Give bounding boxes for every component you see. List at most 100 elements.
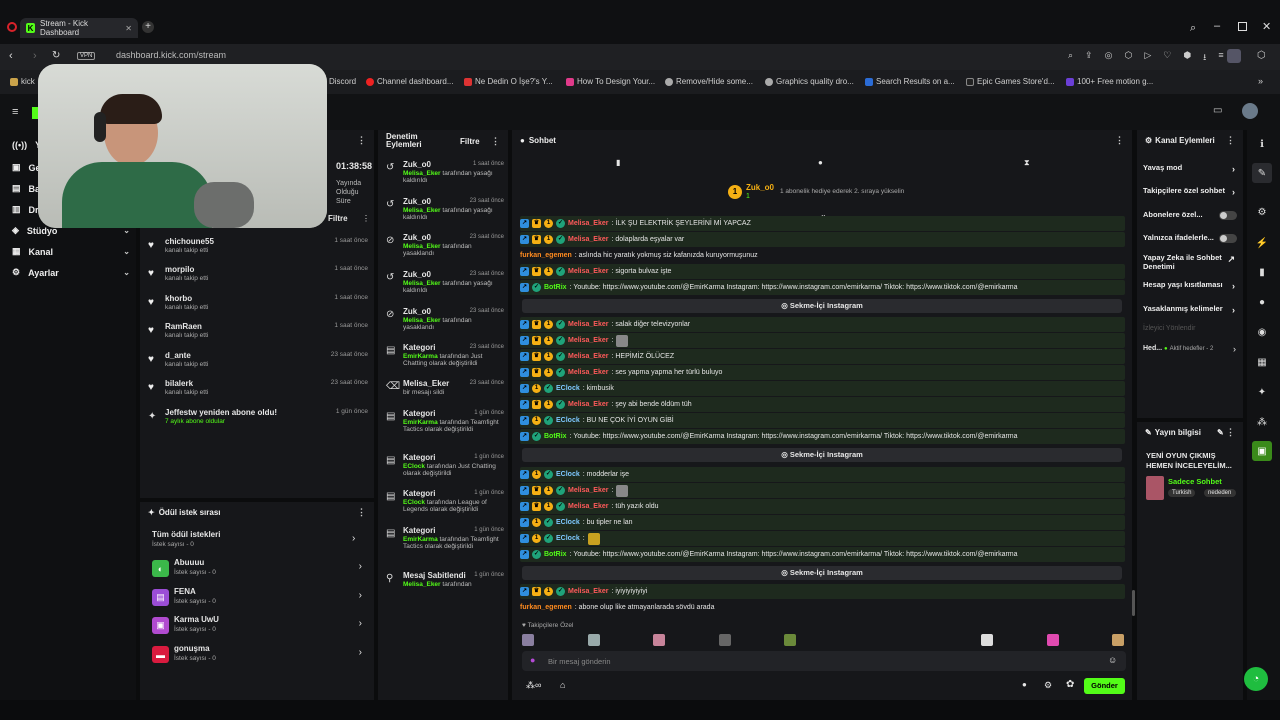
channel-action-item[interactable]: Abonelere özel... — [1143, 210, 1237, 220]
bookmark-item[interactable]: How To Design Your... — [566, 77, 655, 86]
chat-username[interactable]: Melisa_Eker — [568, 220, 608, 227]
chat-message[interactable]: furkan_egemen: abone olup like atmayanla… — [520, 600, 1125, 615]
chat-input[interactable]: ● Bir mesaj gönderin ☺ — [522, 651, 1126, 671]
vpn-badge[interactable]: VPN — [77, 52, 96, 60]
chat-username[interactable]: Melisa_Eker — [568, 503, 608, 510]
more-options-icon[interactable]: ⋮ — [1226, 427, 1235, 438]
bookmark-item[interactable]: Ne Dedin O İşe?'s Y... — [464, 77, 553, 86]
list-item[interactable]: ✦ Jeffestw yeniden abone oldu! 7 aylık abo… — [148, 408, 372, 432]
edit-icon[interactable]: ✎ — [1217, 428, 1224, 437]
moderator-name[interactable]: Melisa_Eker — [403, 581, 441, 588]
chat-username[interactable]: furkan_egemen — [520, 604, 572, 611]
emote[interactable] — [1112, 634, 1124, 646]
chat-username[interactable]: furkan_egemen — [520, 252, 572, 259]
chat-message[interactable]: ↗ 1 ✓ EClock: bu tipler ne lan — [520, 515, 1125, 530]
chat-username[interactable]: Melisa_Eker — [568, 321, 608, 328]
extensions-icon[interactable]: ⬡ — [1257, 50, 1266, 61]
emote[interactable] — [653, 634, 665, 646]
channel-action-item[interactable]: Yavaş mod › — [1143, 163, 1235, 174]
close-tab-icon[interactable]: ✕ — [125, 24, 132, 33]
more-options-icon[interactable]: ⋮ — [362, 214, 370, 223]
reward-item[interactable]: ◐ Abuuuu İstek sayısı - 0 › — [152, 558, 366, 584]
gift-icon[interactable]: ✿ — [1066, 679, 1074, 690]
chat-message[interactable]: ↗ ✓ BotRix: Youtube: https://www.youtube.c… — [520, 280, 1125, 295]
moderator-name[interactable]: Melisa_Eker — [403, 207, 441, 214]
list-item[interactable]: ♥ chichoune55 kanalı takip etti 1 saat önce — [148, 237, 372, 261]
profile-avatar[interactable] — [1227, 49, 1241, 63]
chat-message[interactable]: ↗ ✓ BotRix: Youtube: https://www.youtube.c… — [520, 547, 1125, 562]
chat-username[interactable]: Melisa_Eker — [568, 588, 608, 595]
chat-message[interactable]: ↗ ♛ 1 ✓ Melisa_Eker: şey abi bende öldüm tüh — [520, 397, 1125, 412]
moderator-name[interactable]: Melisa_Eker — [403, 170, 441, 177]
emote[interactable] — [522, 634, 534, 646]
list-item[interactable]: ♥ d_ante kanalı takip etti 23 saat önce — [148, 351, 372, 375]
settings-icon[interactable]: ⚙ — [1252, 202, 1272, 222]
chat-message[interactable]: ↗ 1 ✓ EClock: modderlar işe — [520, 467, 1125, 482]
activity-filter-button[interactable]: Filtre — [328, 214, 348, 223]
chat-username[interactable]: Melisa_Eker — [568, 337, 608, 344]
url-field[interactable]: dashboard.kick.com/stream — [116, 50, 226, 60]
download-icon[interactable]: ⭳ — [1203, 50, 1206, 66]
wrench-icon[interactable]: ✦ — [1252, 382, 1272, 402]
gear-icon[interactable]: ⚙ — [1044, 680, 1052, 691]
chat-username[interactable]: EClock — [556, 385, 580, 392]
bookmark-item[interactable]: Channel dashboard... — [366, 77, 454, 86]
more-options-icon[interactable]: ⋮ — [1115, 135, 1124, 146]
browser-tab[interactable]: K Stream - Kick Dashboard ✕ — [20, 18, 138, 38]
more-options-icon[interactable]: ⋮ — [1226, 135, 1235, 146]
chat-message[interactable]: ↗ ♛ 1 ✓ Melisa_Eker: iyiyiyiyiyiyi — [520, 584, 1125, 599]
chat-message[interactable]: ↗ ♛ 1 ✓ Melisa_Eker: salak diğer televizyonl… — [520, 317, 1125, 332]
camera-icon[interactable]: ◎ — [1105, 50, 1113, 66]
bookmark-item[interactable]: Epic Games Store'd... — [966, 77, 1055, 86]
chat-message[interactable]: furkan_egemen: aslında hic yaratık yokmu… — [520, 248, 1125, 263]
store-icon[interactable]: ⌂ — [560, 680, 565, 690]
chat-message[interactable]: ↗ ♛ 1 ✓ Melisa_Eker: dolaplarda eşyalar var — [520, 232, 1125, 247]
mic-icon[interactable]: ● — [530, 655, 535, 665]
support-chat-icon[interactable]: ◔ — [1244, 667, 1268, 691]
share-icon[interactable]: ⁂ — [1252, 412, 1272, 432]
channel-action-item[interactable]: Yalnızca ifadelerle... — [1143, 233, 1237, 243]
nav-item-settings[interactable]: ⚙ Ayarlar ⌄ — [12, 267, 130, 278]
heart-icon[interactable]: ♡ — [1163, 50, 1171, 66]
channel-action-item[interactable]: Yapay Zeka ile Sohbet Denetimi ↗ — [1143, 253, 1235, 271]
chat-message[interactable]: ↗ ♛ 1 ✓ Melisa_Eker: İLK ŞU ELEKTRİK ŞEYLERİ… — [520, 216, 1125, 231]
channel-action-item[interactable]: Yasaklanmış kelimeler › — [1143, 304, 1235, 315]
emote[interactable] — [588, 634, 600, 646]
reload-icon[interactable]: ↻ — [52, 50, 60, 61]
chat-username[interactable]: BotRix — [544, 551, 567, 558]
more-options-icon[interactable]: ⋮ — [491, 136, 500, 147]
cube-icon[interactable]: ⬢ — [1183, 50, 1191, 66]
bookmark-item[interactable]: Search Results on a... — [865, 77, 955, 86]
broadcast-icon[interactable]: ◉ — [1252, 322, 1272, 342]
play-icon[interactable]: ▷ — [1144, 50, 1151, 66]
bookmark-item[interactable]: Remove/Hide some... — [665, 77, 753, 86]
reward-item[interactable]: ▣ Karma UwU İstek sayısı - 0 › — [152, 615, 366, 641]
emoji-icon[interactable]: ☺ — [1108, 655, 1117, 665]
list-item[interactable]: ♥ RamRaen kanalı takip etti 1 saat önce — [148, 322, 372, 346]
bolt-icon[interactable]: ⚡ — [1252, 233, 1272, 253]
channel-action-item[interactable]: Takipçilere özel sohbet › — [1143, 186, 1235, 197]
moderator-name[interactable]: EmirKarma — [403, 536, 438, 543]
insta-button[interactable]: ◎ Sekme-İçi Instagram — [522, 299, 1122, 313]
info-icon[interactable]: ℹ — [1252, 134, 1272, 154]
emote[interactable] — [784, 634, 796, 646]
calendar-icon[interactable]: ▦ — [1252, 352, 1272, 372]
bookmark-item[interactable]: 100+ Free motion g... — [1066, 77, 1153, 86]
nav-item-channel[interactable]: ▦ Kanal ⌄ — [12, 246, 130, 257]
goals-row[interactable]: Hed... ● Aktif hedefler - 2 › — [1143, 344, 1239, 354]
chat-message[interactable]: ↗ ♛ 1 ✓ Melisa_Eker: tüh yazık oldu — [520, 499, 1125, 514]
reward-item[interactable]: ▬ gonuşma İstek sayısı - 0 › — [152, 644, 366, 670]
minimize-icon[interactable]: – — [1214, 20, 1220, 32]
chat-username[interactable]: Melisa_Eker — [568, 401, 608, 408]
new-tab-icon[interactable]: + — [142, 21, 154, 33]
send-button[interactable]: Gönder — [1084, 678, 1125, 694]
chat-username[interactable]: EClock — [556, 519, 580, 526]
chat-scrollbar[interactable] — [1132, 590, 1135, 616]
chat-mode-icon[interactable]: ● — [818, 158, 823, 167]
moderator-name[interactable]: EClock — [403, 463, 425, 470]
list-item[interactable]: ♥ bilalerk kanalı takip etti 23 saat önce — [148, 379, 372, 403]
more-options-icon[interactable]: ⋮ — [357, 135, 366, 146]
shield-icon[interactable]: ⬡ — [1124, 50, 1132, 66]
chat-settings-icon[interactable]: ▮ — [616, 158, 620, 167]
chat-username[interactable]: BotRix — [544, 433, 567, 440]
